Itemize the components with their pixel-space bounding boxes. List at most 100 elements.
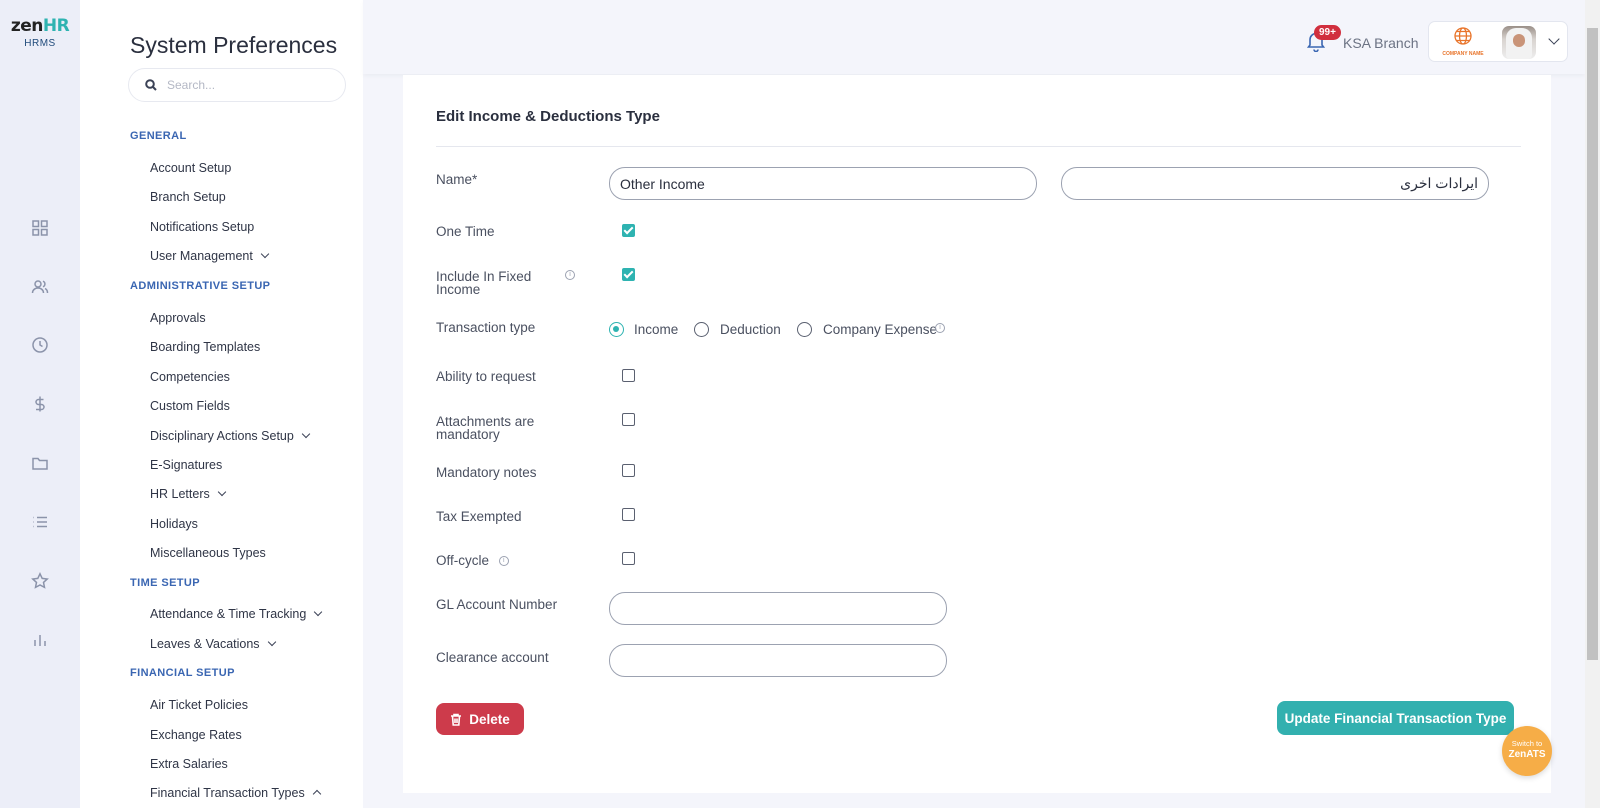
logo-hr-text: HR xyxy=(42,16,70,36)
sidebar-item-disciplinary-actions-setup[interactable]: Disciplinary Actions Setup xyxy=(150,429,311,443)
fab-line2: ZenATS xyxy=(1508,749,1546,760)
profile-menu[interactable]: COMPANY NAME xyxy=(1428,21,1568,62)
name-en-input[interactable] xyxy=(609,167,1037,200)
sidebar-item-label: Disciplinary Actions Setup xyxy=(150,429,294,443)
tax-exempted-label: Tax Exempted xyxy=(436,509,522,524)
include-fixed-income-checkbox[interactable] xyxy=(622,268,635,281)
deduction-radio-label[interactable]: Deduction xyxy=(720,322,781,337)
zenhr-logo[interactable]: zenHR HRMS xyxy=(0,16,80,49)
sidebar-item-extra-salaries[interactable]: Extra Salaries xyxy=(150,757,228,771)
folder-icon[interactable] xyxy=(30,453,50,473)
sidebar-item-hr-letters[interactable]: HR Letters xyxy=(150,487,226,501)
sidebar-title: System Preferences xyxy=(130,32,338,58)
name-label-text: Name xyxy=(436,172,473,187)
name-ar-input[interactable] xyxy=(1061,167,1489,200)
product-name: HRMS xyxy=(24,38,56,49)
sidebar-item-attendance-time-tracking[interactable]: Attendance & Time Tracking xyxy=(150,607,323,621)
mandatory-notes-checkbox[interactable] xyxy=(622,464,635,477)
chevron-up-icon xyxy=(312,789,321,799)
chevron-down-icon xyxy=(267,637,276,647)
section-general: GENERAL xyxy=(130,130,187,142)
company-expense-radio[interactable] xyxy=(797,322,812,337)
sidebar-item-label: Attendance & Time Tracking xyxy=(150,607,307,621)
sidebar-item-label: User Management xyxy=(150,249,253,263)
section-administrative-setup: ADMINISTRATIVE SETUP xyxy=(130,280,271,292)
one-time-checkbox[interactable] xyxy=(622,224,635,237)
sidebar-item-holidays[interactable]: Holidays xyxy=(150,517,198,531)
sidebar-search[interactable] xyxy=(128,68,346,102)
ability-to-request-checkbox[interactable] xyxy=(622,369,635,382)
clearance-account-label: Clearance account xyxy=(436,650,549,665)
sidebar-item-label: Leaves & Vacations xyxy=(150,637,260,651)
info-icon[interactable]: i xyxy=(935,323,945,333)
sidebar-item-account-setup[interactable]: Account Setup xyxy=(150,161,231,175)
search-input[interactable] xyxy=(167,78,327,92)
name-label: Name* xyxy=(436,172,478,187)
scrollbar-thumb[interactable] xyxy=(1587,28,1598,660)
one-time-label: One Time xyxy=(436,224,495,239)
ability-to-request-label: Ability to request xyxy=(436,369,536,384)
chevron-down-icon xyxy=(217,487,226,497)
chevron-down-icon xyxy=(314,607,323,617)
form-title: Edit Income & Deductions Type xyxy=(436,108,660,125)
switch-to-zenats-button[interactable]: Switch to ZenATS xyxy=(1502,726,1552,776)
attachments-mandatory-checkbox[interactable] xyxy=(622,413,635,426)
required-mark: * xyxy=(472,172,478,187)
info-icon[interactable]: i xyxy=(498,556,509,567)
delete-button[interactable]: Delete xyxy=(436,703,524,735)
star-icon[interactable] xyxy=(30,571,50,591)
sidebar-item-label: HR Letters xyxy=(150,487,210,501)
attachments-mandatory-label: Attachments are mandatory xyxy=(436,414,535,442)
globe-icon xyxy=(1454,27,1472,45)
fab-line1: Switch to xyxy=(1511,739,1543,748)
clearance-account-input[interactable] xyxy=(609,644,947,677)
people-icon[interactable] xyxy=(30,277,50,297)
page-scrollbar[interactable] xyxy=(1585,0,1600,808)
dollar-icon[interactable] xyxy=(30,394,50,414)
include-fixed-income-label: Include In Fixed Income xyxy=(436,269,532,297)
bar-chart-icon[interactable] xyxy=(30,630,50,650)
dashboard-icon[interactable] xyxy=(30,218,50,238)
notification-count-badge: 99+ xyxy=(1314,25,1341,40)
sidebar-item-branch-setup[interactable]: Branch Setup xyxy=(150,190,226,204)
sidebar-item-e-signatures[interactable]: E-Signatures xyxy=(150,458,222,472)
transaction-type-label: Transaction type xyxy=(436,320,536,335)
chevron-down-icon xyxy=(260,249,270,259)
sidebar-item-boarding-templates[interactable]: Boarding Templates xyxy=(150,340,260,354)
sidebar-item-label: Financial Transaction Types xyxy=(150,786,305,800)
company-expense-radio-label[interactable]: Company Expense xyxy=(823,322,937,337)
sidebar-item-custom-fields[interactable]: Custom Fields xyxy=(150,399,230,413)
sidebar-item-leaves-vacations[interactable]: Leaves & Vacations xyxy=(150,637,276,651)
off-cycle-label: Off-cycle i xyxy=(436,554,509,567)
gl-account-label: GL Account Number xyxy=(436,597,558,612)
income-radio-label[interactable]: Income xyxy=(634,322,678,337)
mandatory-notes-label: Mandatory notes xyxy=(436,465,537,480)
sidebar-item-financial-transaction-types[interactable]: Financial Transaction Types xyxy=(150,786,321,800)
gl-account-input[interactable] xyxy=(609,592,947,625)
income-radio[interactable] xyxy=(609,322,624,337)
sidebar-item-competencies[interactable]: Competencies xyxy=(150,370,230,384)
off-cycle-checkbox[interactable] xyxy=(622,552,635,565)
edit-form-card: Edit Income & Deductions Type Name* One … xyxy=(403,75,1551,793)
sidebar-item-user-management[interactable]: User Management xyxy=(150,249,270,263)
chevron-down-icon xyxy=(1548,33,1560,45)
delete-button-label: Delete xyxy=(469,711,510,727)
sidebar-item-notifications-setup[interactable]: Notifications Setup xyxy=(150,220,254,234)
list-icon[interactable] xyxy=(30,512,50,532)
section-time-setup: TIME SETUP xyxy=(130,577,201,589)
branch-selector[interactable]: KSA Branch xyxy=(1343,35,1419,51)
sidebar-item-air-ticket-policies[interactable]: Air Ticket Policies xyxy=(150,698,248,712)
info-icon[interactable]: i xyxy=(565,270,575,280)
update-financial-transaction-type-button[interactable]: Update Financial Transaction Type xyxy=(1277,701,1514,735)
clock-icon[interactable] xyxy=(30,335,50,355)
chevron-down-icon xyxy=(301,429,311,439)
icon-rail: zenHR HRMS xyxy=(0,0,80,808)
sidebar-item-miscellaneous-types[interactable]: Miscellaneous Types xyxy=(150,546,266,560)
sidebar-item-approvals[interactable]: Approvals xyxy=(150,311,206,325)
company-name-text: COMPANY NAME xyxy=(1442,51,1484,57)
company-logo: COMPANY NAME xyxy=(1437,26,1489,58)
tax-exempted-checkbox[interactable] xyxy=(622,508,635,521)
sidebar-item-exchange-rates[interactable]: Exchange Rates xyxy=(150,728,242,742)
section-financial-setup: FINANCIAL SETUP xyxy=(130,667,235,679)
deduction-radio[interactable] xyxy=(694,322,709,337)
